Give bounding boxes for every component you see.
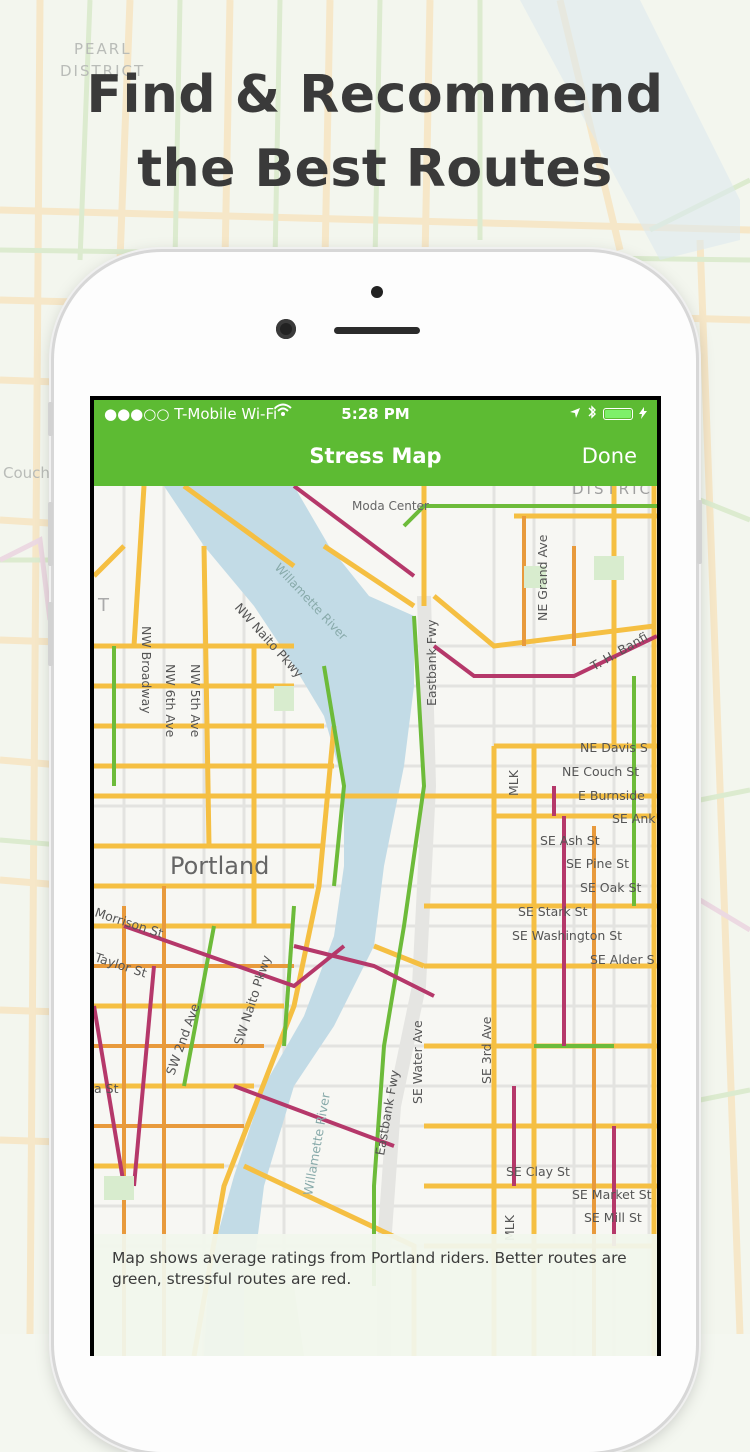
district-map-label: DISTRIC <box>572 486 653 498</box>
couch-label: Couch <box>3 464 50 482</box>
headline-line-2: the Best Routes <box>137 139 613 199</box>
front-camera <box>276 319 296 339</box>
moda-center-label: Moda Center <box>352 499 429 513</box>
power-button <box>697 500 702 564</box>
se-pine-label: SE Pine St <box>566 856 629 871</box>
charging-bolt-icon <box>639 405 647 423</box>
bluetooth-icon <box>587 405 597 423</box>
se-mill-label: SE Mill St <box>584 1210 642 1225</box>
se-market-label: SE Market St <box>572 1187 652 1202</box>
se-oak-label: SE Oak St <box>580 880 641 895</box>
pearl-label: PEARL <box>74 40 132 58</box>
volume-down-button <box>48 602 53 666</box>
done-button[interactable]: Done <box>582 444 637 468</box>
a-st-label: a St <box>94 1081 119 1096</box>
e-burnside-label: E Burnside <box>578 788 645 803</box>
ne-davis-label: NE Davis S <box>580 740 648 755</box>
battery-icon <box>603 408 633 420</box>
se-alder-label: SE Alder S <box>590 952 655 967</box>
se-ank-label: SE Ank <box>612 811 656 826</box>
nw-5th-label: NW 5th Ave <box>188 664 203 738</box>
proximity-sensor <box>371 286 383 298</box>
headline: Find & Recommend the Best Routes <box>0 58 750 206</box>
se-washington-label: SE Washington St <box>512 928 622 943</box>
park-area-4 <box>104 1176 134 1200</box>
se-clay-label: SE Clay St <box>506 1164 570 1179</box>
app-bar: ●●●○○ T-Mobile Wi-Fi 5:28 PM Stress Map … <box>94 400 657 486</box>
phone-screen: ●●●○○ T-Mobile Wi-Fi 5:28 PM Stress Map … <box>90 396 661 1356</box>
se-water-label: SE Water Ave <box>410 1020 425 1104</box>
se-ash-label: SE Ash St <box>540 833 600 848</box>
status-bar: ●●●○○ T-Mobile Wi-Fi 5:28 PM <box>94 400 657 428</box>
mlk-north-label: MLK <box>506 769 521 796</box>
se-stark-label: SE Stark St <box>518 904 588 919</box>
map-caption: Map shows average ratings from Portland … <box>94 1234 657 1356</box>
portland-label: Portland <box>170 852 269 880</box>
eastbank-fwy-north-label: Eastbank Fwy <box>424 619 439 706</box>
nw-broadway-label: NW Broadway <box>139 626 154 714</box>
mute-switch <box>48 402 53 436</box>
status-right <box>569 405 647 423</box>
ne-grand-label: NE Grand Ave <box>535 534 550 621</box>
nav-title: Stress Map <box>309 444 442 468</box>
location-arrow-icon <box>569 405 581 423</box>
headline-line-1: Find & Recommend <box>86 65 664 125</box>
map-canvas[interactable]: DISTRIC Moda Center Willamette River NW … <box>94 486 657 1356</box>
nw-6th-label: NW 6th Ave <box>163 664 178 738</box>
park-area <box>274 686 294 711</box>
earpiece-speaker <box>334 327 420 334</box>
ne-couch-label: NE Couch St <box>562 764 639 779</box>
park-area-3 <box>594 556 624 580</box>
phone-frame: ●●●○○ T-Mobile Wi-Fi 5:28 PM Stress Map … <box>48 252 702 1452</box>
stress-map[interactable]: DISTRIC Moda Center Willamette River NW … <box>94 486 657 1356</box>
volume-up-button <box>48 502 53 566</box>
t-map-label: T <box>97 595 110 616</box>
se-3rd-label: SE 3rd Ave <box>479 1016 494 1084</box>
